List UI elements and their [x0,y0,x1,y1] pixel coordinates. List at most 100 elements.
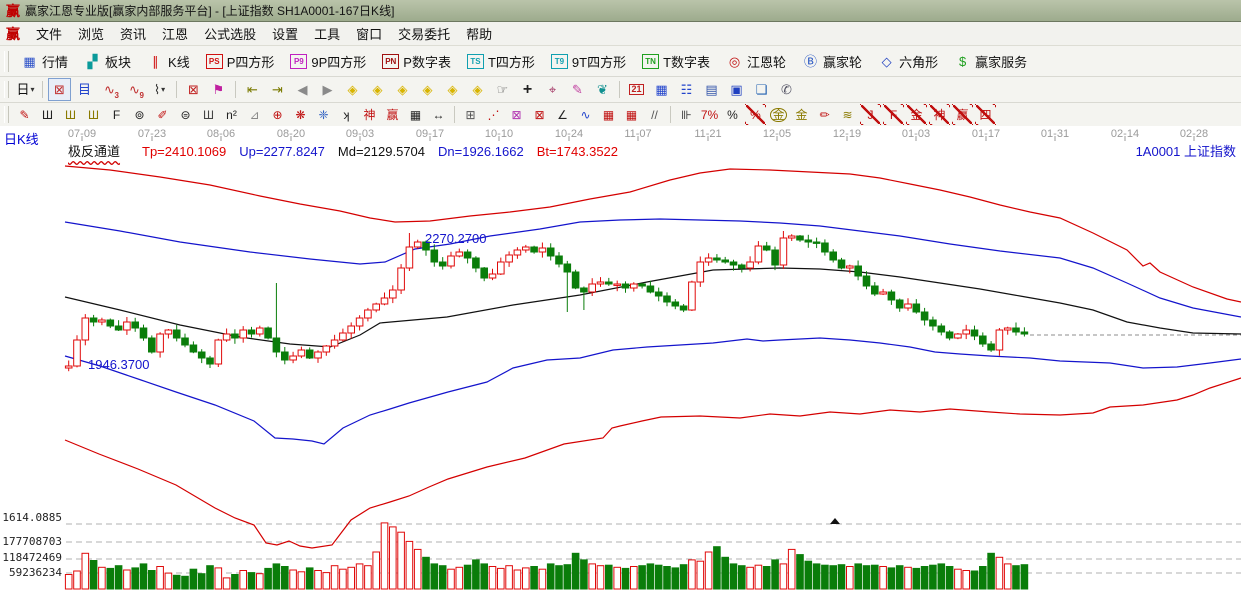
gold-wave-icon[interactable]: ≋ [837,104,858,125]
diamond-right-icon[interactable]: ◈ [366,78,389,101]
diamond-left-icon[interactable]: ◈ [341,78,364,101]
percent-line-icon[interactable]: % [745,104,766,125]
f-angle-icon[interactable]: F [883,104,904,125]
parallel-lines-icon[interactable]: // [644,104,665,125]
toolbar-grip[interactable] [4,81,9,99]
menu-news[interactable]: 资讯 [112,22,154,45]
sector-button[interactable]: ▞板块 [76,49,139,74]
toolbar-grip[interactable] [4,106,9,122]
spiral-icon[interactable]: ⊚ [129,104,150,125]
menu-file[interactable]: 文件 [28,22,70,45]
k-quote-icon[interactable]: ʞ [336,104,357,125]
diamond-h-zoom-icon[interactable]: ◈ [391,78,414,101]
menu-tools[interactable]: 工具 [306,22,348,45]
blue-web-icon[interactable]: ❈ [313,104,334,125]
last-page-icon[interactable]: ⇥ [266,78,289,101]
notes-icon[interactable]: ▤ [700,78,723,101]
menu-window[interactable]: 窗口 [348,22,390,45]
four-angle-icon[interactable]: 四 [975,104,996,125]
angle-pen-icon[interactable]: ✐ [152,104,173,125]
brain-tool-icon[interactable]: ❦ [591,78,614,101]
menu-gann[interactable]: 江恩 [154,22,196,45]
cross-box-icon[interactable]: ⊠ [182,78,205,101]
menu-formula-stock-pick[interactable]: 公式选股 [196,22,264,45]
hexagon-button[interactable]: ◇六角形 [870,49,946,74]
ying-grid-icon[interactable]: 赢 [382,104,403,125]
nine-t-square-button[interactable]: T99T四方形 [543,49,634,74]
gold-circle-icon[interactable]: 金 [768,104,789,125]
menu-help[interactable]: 帮助 [458,22,500,45]
gold-comb-icon[interactable]: Ш [60,104,81,125]
bars-scale-icon[interactable]: ⊪ [676,104,697,125]
nine-p-square-button[interactable]: P99P四方形 [282,49,374,74]
candle-style-icon[interactable]: ⌇▾ [148,78,171,101]
fan-box-icon[interactable]: ⊠ [506,104,527,125]
info-list-icon[interactable]: 目 [73,78,96,101]
gann-web-icon[interactable]: ❋ [290,104,311,125]
table-icon[interactable]: ☷ [675,78,698,101]
wave3-icon[interactable]: ∿3 [98,78,121,101]
prev-page-icon[interactable]: ◀ [291,78,314,101]
phone-icon[interactable]: ✆ [775,78,798,101]
menu-trade-order[interactable]: 交易委托 [390,22,458,45]
red-pen-icon[interactable]: ✎ [14,104,35,125]
pencil-angle-icon[interactable]: ∠ [552,104,573,125]
period-selector[interactable]: 日▾ [14,78,37,101]
mirror-angle-icon[interactable]: ⊿ [244,104,265,125]
calculator-icon[interactable]: ▦ [650,78,673,101]
wave9-icon[interactable]: ∿9 [123,78,146,101]
quote-button[interactable]: ▦行情 [13,49,76,74]
n-square-icon[interactable]: n² [221,104,242,125]
hand-tool-icon[interactable]: ☞ [491,78,514,101]
next-page-icon[interactable]: ▶ [316,78,339,101]
comb-icon[interactable]: Ш [37,104,58,125]
shen-angle-icon[interactable]: 神 [929,104,950,125]
ruler-icon[interactable]: ▦ [405,104,426,125]
t-square-button[interactable]: TST四方形 [459,49,543,74]
symbol-label: 1A0001 上证指数 [1136,141,1236,160]
wave-line-icon[interactable]: ∿ [575,104,596,125]
region-chart-icon[interactable]: ⊠ [48,78,71,101]
flag-icon[interactable]: ⚑ [207,78,230,101]
winner-service-button[interactable]: $赢家服务 [946,49,1035,74]
draw-note-icon[interactable]: ✎ [566,78,589,101]
seven-percent-icon[interactable]: 7% [699,104,720,125]
export-icon[interactable]: ❏ [750,78,773,101]
fan-lines-icon[interactable]: ⋰ [483,104,504,125]
percent-icon[interactable]: % [722,104,743,125]
menu-browse[interactable]: 浏览 [70,22,112,45]
j-angle-icon[interactable]: J [860,104,881,125]
diamond-compress-icon[interactable]: ◈ [416,78,439,101]
comb2-icon[interactable]: Ш [198,104,219,125]
gold-angle-icon[interactable]: 金 [906,104,927,125]
save-icon[interactable]: ▣ [725,78,748,101]
web-box-icon[interactable]: ⊠ [529,104,550,125]
gann-wheel-button[interactable]: ◎江恩轮 [718,49,794,74]
t-number-table-button[interactable]: TNT数字表 [634,49,718,74]
toolbar-grip[interactable] [4,51,9,72]
red-grid2-icon[interactable]: ▦ [621,104,642,125]
ying-angle-icon[interactable]: 赢 [952,104,973,125]
red-grid-icon[interactable]: ▦ [598,104,619,125]
menu-settings[interactable]: 设置 [264,22,306,45]
diamond-expand-icon[interactable]: ◈ [441,78,464,101]
window-arrows-icon[interactable]: ⊞ [460,104,481,125]
first-page-icon[interactable]: ⇤ [241,78,264,101]
shen-grid-icon[interactable]: 神 [359,104,380,125]
circle-lines-icon[interactable]: ⊜ [175,104,196,125]
gold-comb2-icon[interactable]: Ш [83,104,104,125]
p-square-button[interactable]: PSP四方形 [198,49,283,74]
measure-tool-icon[interactable]: ⌖ [541,78,564,101]
f-comb-icon[interactable]: F [106,104,127,125]
winner-wheel-button[interactable]: Ⓑ赢家轮 [794,49,870,74]
kline-canvas[interactable]: 2270.27001946.3700 [0,126,1241,590]
span-arrow-icon[interactable]: ↔ [428,104,449,125]
diamond-full-icon[interactable]: ◈ [466,78,489,101]
kline-button[interactable]: ∥K线 [139,49,198,74]
circle-cross-icon[interactable]: ⊕ [267,104,288,125]
gold-level-icon[interactable]: 金 [791,104,812,125]
crosshair-tool-icon[interactable]: + [516,78,539,101]
calendar-icon[interactable]: 21 [625,78,648,101]
brush-icon[interactable]: ✏ [814,104,835,125]
p-number-table-button[interactable]: PNP数字表 [374,49,459,74]
